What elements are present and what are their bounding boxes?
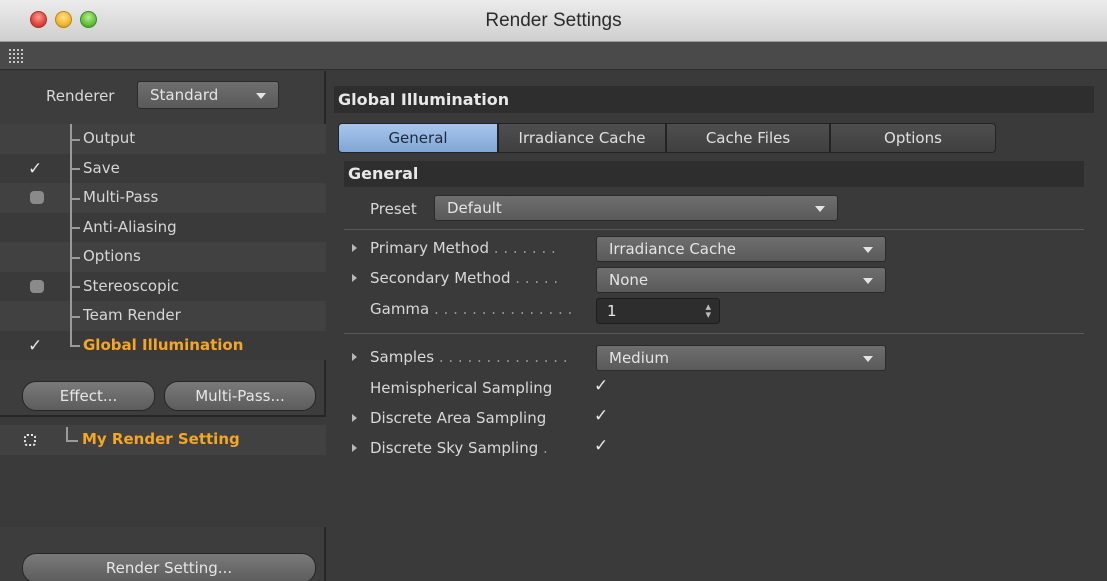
section-title: General bbox=[348, 164, 419, 183]
preset-label: Preset bbox=[370, 200, 417, 218]
render-settings-list: My Render Setting bbox=[0, 415, 326, 527]
secondary-method-value: None bbox=[609, 271, 649, 289]
gamma-input[interactable]: 1 ▴ ▾ bbox=[596, 298, 720, 324]
disabled-checkbox[interactable] bbox=[30, 191, 44, 204]
discrete-area-sampling-checkbox[interactable]: ✓ bbox=[594, 406, 608, 426]
tree-item[interactable]: ✓ Save bbox=[0, 153, 326, 183]
primary-method-dropdown[interactable]: Irradiance Cache bbox=[596, 236, 886, 262]
tree-branch bbox=[70, 197, 80, 200]
render-setting-button[interactable]: Render Setting... bbox=[22, 553, 316, 581]
settings-sidebar: Renderer Standard Output ✓ Save Multi-Pass A… bbox=[0, 71, 326, 581]
tree-item[interactable]: Multi-Pass bbox=[0, 183, 326, 213]
expand-triangle-icon[interactable] bbox=[352, 353, 357, 361]
multipass-button[interactable]: Multi-Pass... bbox=[164, 381, 316, 411]
tree-item[interactable]: Team Render bbox=[0, 301, 326, 331]
tree-branch bbox=[66, 440, 78, 442]
chevron-down-icon bbox=[863, 356, 873, 362]
tree-item[interactable]: ✓ Global Illumination bbox=[0, 330, 326, 360]
tree-item-label: Options bbox=[83, 247, 141, 265]
renderer-dropdown[interactable]: Standard bbox=[137, 81, 279, 109]
disabled-checkbox[interactable] bbox=[30, 279, 44, 293]
panel-title-bar: Global Illumination bbox=[334, 86, 1094, 113]
settings-panel: Global Illumination General Irradiance C… bbox=[328, 71, 1107, 581]
tree-branch bbox=[70, 256, 80, 259]
discrete-sky-sampling-checkbox[interactable]: ✓ bbox=[594, 436, 608, 456]
spinner-arrows-icon[interactable]: ▴ ▾ bbox=[705, 301, 711, 320]
tree-branch bbox=[70, 345, 80, 348]
divider bbox=[344, 229, 1084, 230]
tree-item-label: Stereoscopic bbox=[83, 276, 180, 295]
expand-triangle-icon[interactable] bbox=[352, 244, 357, 252]
tree-branch bbox=[70, 286, 80, 289]
preset-dropdown[interactable]: Default bbox=[434, 195, 838, 221]
tree-branch bbox=[70, 315, 80, 318]
tree-item-label: Global Illumination bbox=[83, 335, 244, 354]
window-titlebar: Render Settings bbox=[0, 0, 1107, 42]
grid-menu-icon[interactable] bbox=[8, 48, 24, 64]
primary-method-label: Primary Method . . . . . . . bbox=[370, 239, 556, 257]
discrete-area-sampling-label: Discrete Area Sampling bbox=[370, 409, 547, 427]
chevron-down-icon bbox=[863, 278, 873, 284]
tree-line bbox=[66, 427, 68, 441]
samples-value: Medium bbox=[609, 349, 669, 367]
settings-tree: Output ✓ Save Multi-Pass Anti-Aliasing Option… bbox=[0, 124, 326, 360]
preset-value: Default bbox=[447, 199, 502, 217]
tree-item-label: Team Render bbox=[83, 306, 181, 324]
primary-method-value: Irradiance Cache bbox=[609, 240, 736, 258]
chevron-down-icon bbox=[863, 247, 873, 253]
samples-dropdown[interactable]: Medium bbox=[596, 345, 886, 371]
hemispherical-sampling-checkbox[interactable]: ✓ bbox=[594, 376, 608, 396]
render-setting-name: My Render Setting bbox=[82, 430, 240, 448]
tree-item-label: Output bbox=[83, 129, 136, 147]
panel-title: Global Illumination bbox=[338, 90, 510, 109]
gamma-value: 1 bbox=[607, 302, 617, 320]
enabled-checkmark-icon[interactable]: ✓ bbox=[28, 160, 44, 177]
tab-irradiance-cache[interactable]: Irradiance Cache bbox=[498, 123, 666, 153]
expand-triangle-icon[interactable] bbox=[352, 414, 357, 422]
effect-button[interactable]: Effect... bbox=[22, 381, 155, 411]
divider bbox=[344, 333, 1084, 334]
expand-triangle-icon[interactable] bbox=[352, 274, 357, 282]
tree-item[interactable]: Anti-Aliasing bbox=[0, 212, 326, 242]
tab-cache-files[interactable]: Cache Files bbox=[666, 123, 830, 153]
tree-item-label: Multi-Pass bbox=[83, 188, 159, 206]
expand-triangle-icon[interactable] bbox=[352, 444, 357, 452]
tree-item[interactable]: Output bbox=[0, 124, 326, 154]
tree-item-label: Anti-Aliasing bbox=[83, 217, 177, 236]
renderer-value: Standard bbox=[150, 86, 219, 104]
section-header: General bbox=[344, 161, 1084, 187]
hemispherical-sampling-label: Hemispherical Sampling bbox=[370, 379, 553, 397]
tree-item[interactable]: Stereoscopic bbox=[0, 271, 326, 301]
tree-branch bbox=[70, 168, 80, 171]
secondary-method-label: Secondary Method . . . . . bbox=[370, 269, 559, 287]
renderer-label: Renderer bbox=[46, 87, 115, 105]
tree-item[interactable]: Options bbox=[0, 242, 326, 272]
render-setting-item[interactable]: My Render Setting bbox=[0, 425, 326, 455]
toolbar bbox=[0, 42, 1107, 70]
samples-label: Samples . . . . . . . . . . . . . . bbox=[370, 348, 568, 366]
render-setting-icon bbox=[24, 434, 36, 446]
renderer-row: Renderer Standard bbox=[0, 81, 326, 111]
chevron-down-icon bbox=[256, 93, 266, 99]
chevron-down-icon bbox=[815, 206, 825, 212]
tab-general[interactable]: General bbox=[338, 123, 498, 153]
tab-bar: General Irradiance Cache Cache Files Opt… bbox=[338, 123, 996, 153]
discrete-sky-sampling-label: Discrete Sky Sampling . bbox=[370, 439, 548, 457]
tree-line bbox=[70, 330, 72, 346]
gamma-label: Gamma . . . . . . . . . . . . . . . bbox=[370, 300, 573, 318]
tree-branch bbox=[70, 227, 80, 230]
tree-item-label: Save bbox=[83, 158, 120, 177]
window-title: Render Settings bbox=[485, 10, 622, 31]
secondary-method-dropdown[interactable]: None bbox=[596, 267, 886, 293]
tree-branch bbox=[70, 138, 80, 141]
tab-options[interactable]: Options bbox=[830, 123, 996, 153]
enabled-checkmark-icon[interactable]: ✓ bbox=[28, 337, 44, 354]
